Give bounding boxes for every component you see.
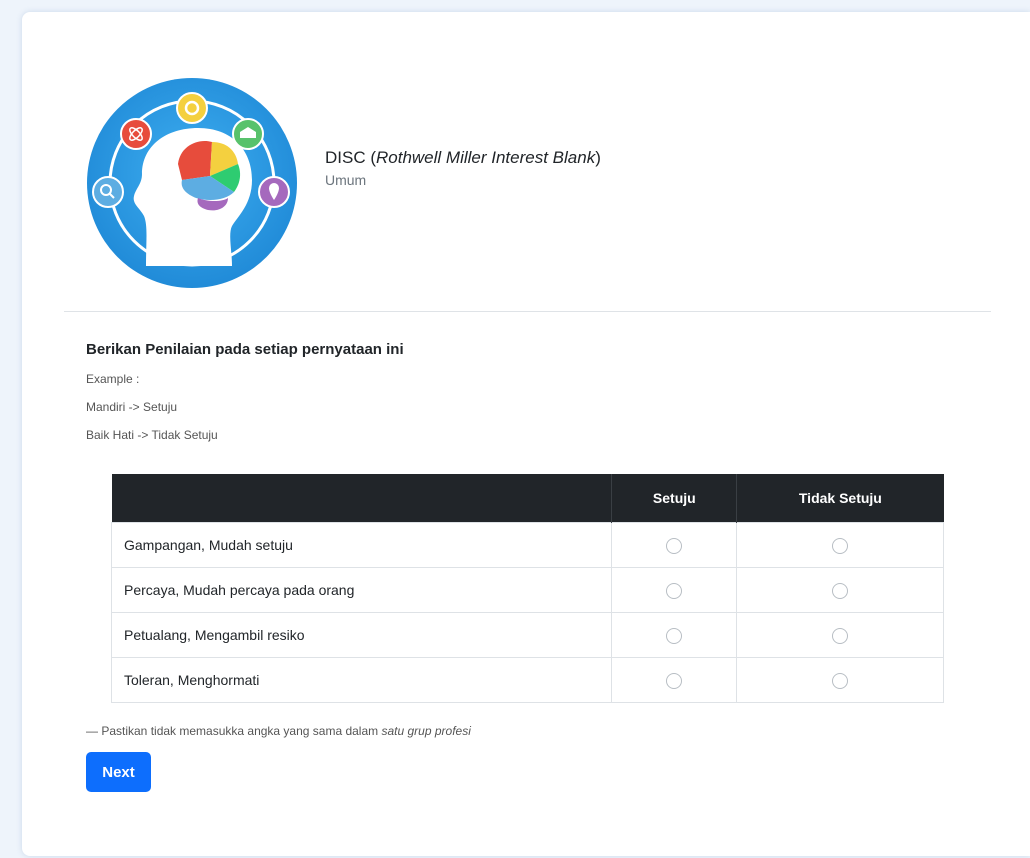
table-row: Gampangan, Mudah setuju	[110, 522, 944, 568]
assessment-header: DISC (Rothwell Miller Interest Blank) Um…	[325, 147, 601, 188]
brain-head-logo	[87, 78, 297, 288]
column-header-setuju: Setuju	[611, 474, 737, 523]
statement-cell: Toleran, Menghormati	[110, 657, 613, 703]
location-pin-icon	[258, 176, 290, 208]
page-title: DISC (Rothwell Miller Interest Blank)	[325, 148, 601, 167]
rating-table: Setuju Tidak Setuju Gampangan, Mudah set…	[110, 474, 944, 703]
atom-icon	[120, 118, 152, 150]
statement-cell: Percaya, Mudah percaya pada orang	[110, 567, 613, 613]
table-header-row: Setuju Tidak Setuju	[111, 474, 944, 523]
radio-tidak-setuju[interactable]	[832, 672, 849, 689]
footer-note: — Pastikan tidak memasukka angka yang sa…	[86, 724, 471, 738]
school-icon	[232, 118, 264, 150]
instruction-title: Berikan Penilaian pada setiap pernyataan…	[86, 341, 404, 358]
column-header-tidak-setuju: Tidak Setuju	[736, 474, 944, 523]
table-row: Percaya, Mudah percaya pada orang	[110, 567, 944, 613]
radio-setuju[interactable]	[666, 582, 683, 599]
gear-icon	[176, 92, 208, 124]
radio-setuju[interactable]	[666, 537, 683, 554]
radio-tidak-setuju[interactable]	[832, 582, 849, 599]
example-line-2: Baik Hati -> Tidak Setuju	[86, 428, 218, 442]
example-line-1: Mandiri -> Setuju	[86, 400, 178, 414]
column-header-statement	[111, 474, 612, 523]
header-divider	[64, 311, 991, 312]
magnifier-icon	[92, 176, 124, 208]
radio-setuju[interactable]	[666, 672, 683, 689]
page-subtitle: Umum	[325, 172, 367, 188]
radio-tidak-setuju[interactable]	[832, 537, 849, 554]
table-row: Petualang, Mengambil resiko	[110, 612, 944, 658]
radio-tidak-setuju[interactable]	[832, 627, 849, 644]
radio-setuju[interactable]	[666, 627, 683, 644]
statement-cell: Gampangan, Mudah setuju	[110, 522, 613, 568]
table-row: Toleran, Menghormati	[110, 657, 944, 703]
next-button[interactable]: Next	[86, 752, 151, 792]
statement-cell: Petualang, Mengambil resiko	[110, 612, 613, 658]
example-label: Example :	[86, 372, 140, 386]
